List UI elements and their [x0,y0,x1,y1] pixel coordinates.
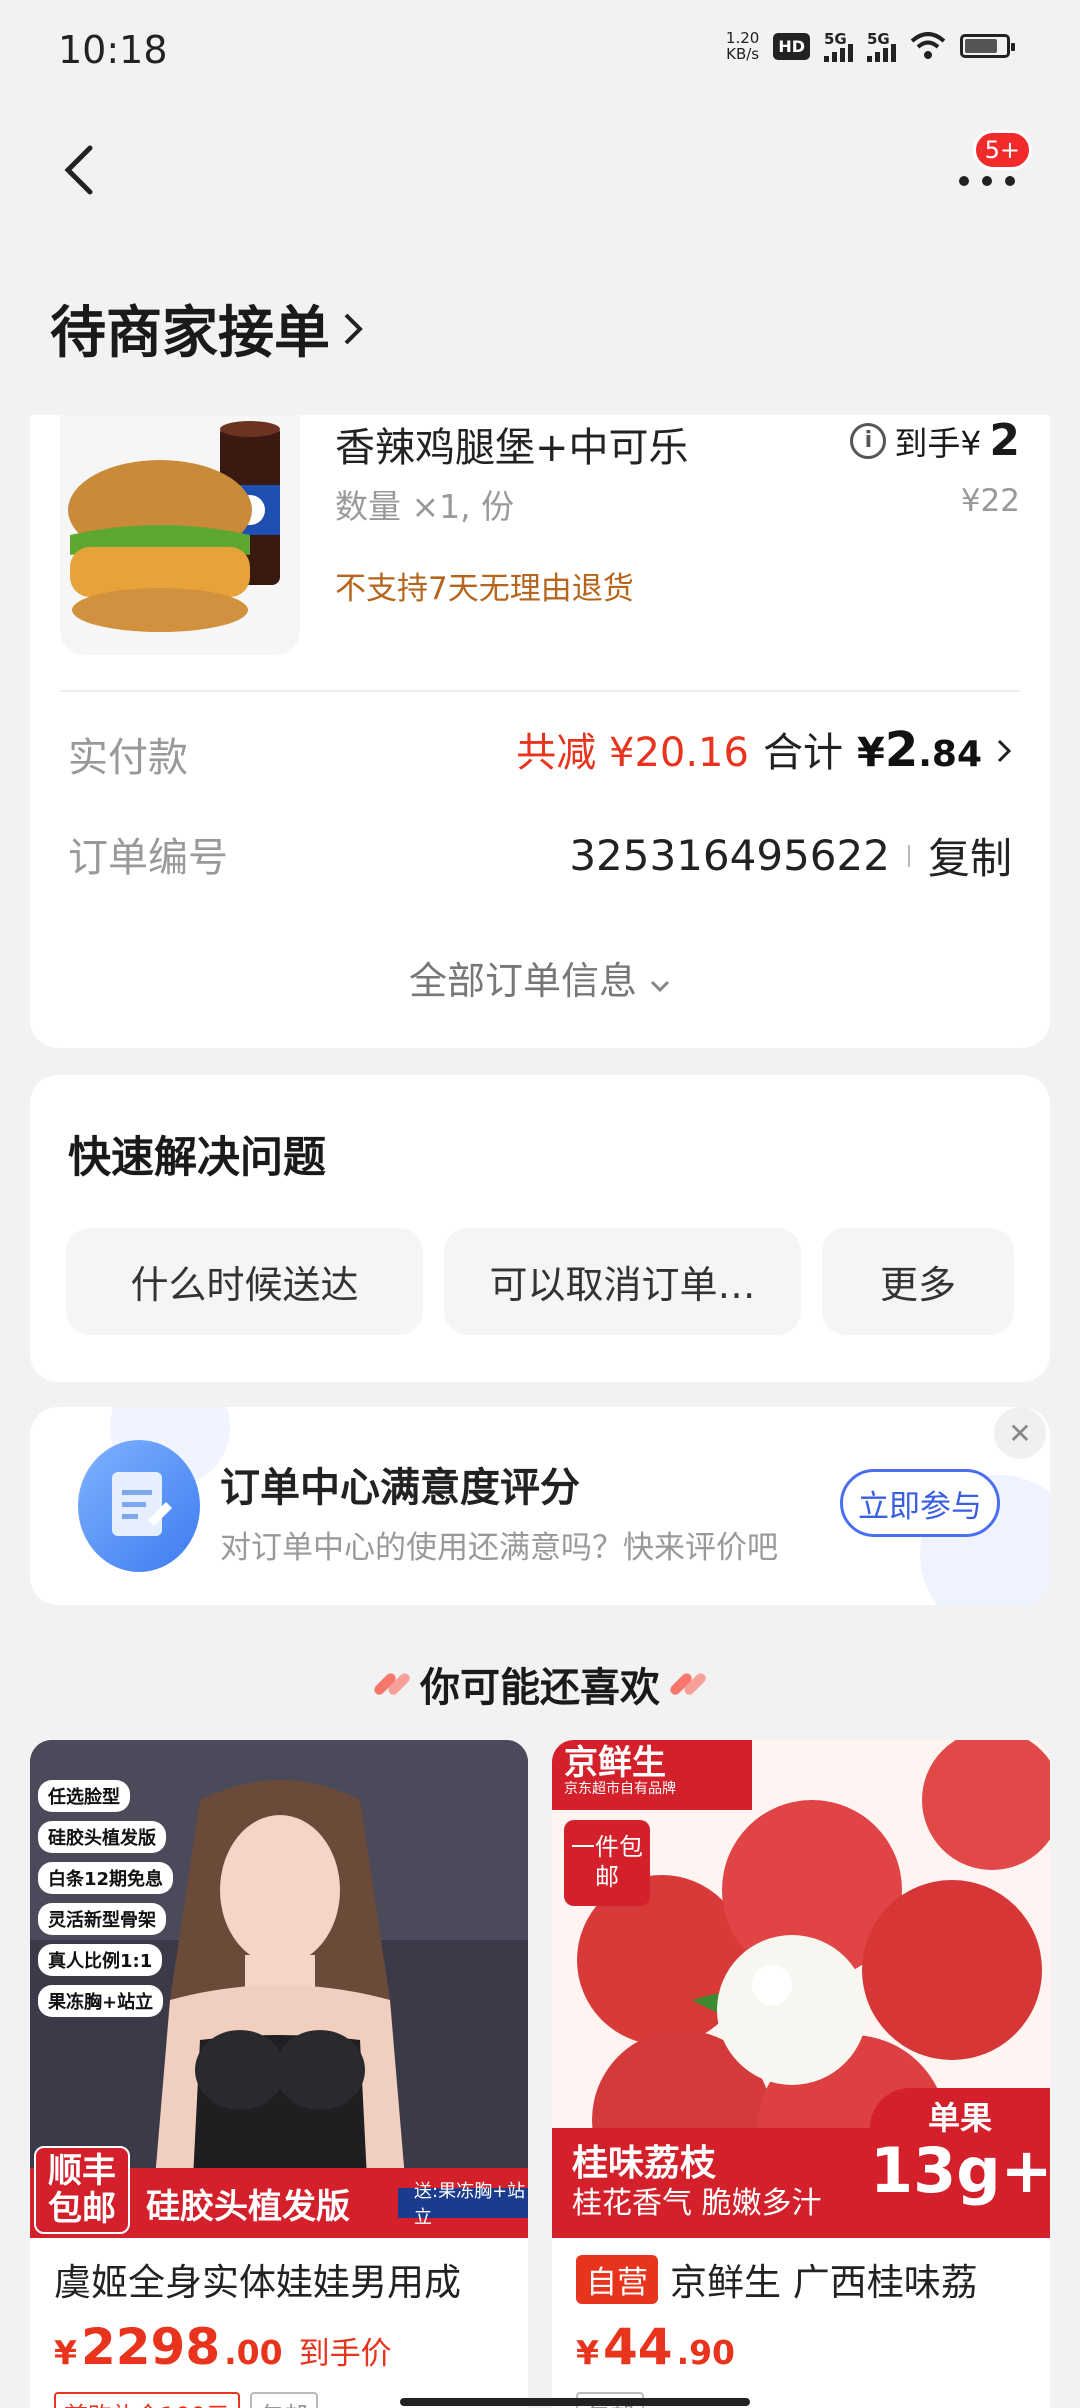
back-arrow-icon [64,145,93,195]
total-label: 合计 [762,730,843,776]
back-button[interactable] [60,140,110,200]
wifi-icon [910,32,946,59]
product-image: 京鲜生 京东超市自有品牌 一件包邮 桂味荔枝 桂花香气 脆嫩多汁 单果 13g+ [552,1740,1050,2238]
survey-title: 订单中心满意度评分 [220,1465,580,1511]
survey-card: 订单中心满意度评分 对订单中心的使用还满意吗？快来评价吧 立即参与 ✕ [30,1407,1050,1605]
order-number: 325316495622 [569,831,890,880]
order-number-row: 325316495622 复制 [569,825,1012,886]
size-badge: 单果 13g+ [870,2088,1050,2238]
decoration-icon [372,1671,412,1697]
chevron-right-icon [997,739,1012,763]
free-shipping-badge: 一件包邮 [564,1820,650,1906]
divider [60,690,1020,692]
quick-resolve-card: 快速解决问题 什么时候送达 可以取消订单… 更多 [30,1075,1050,1382]
status-time: 10:18 [58,28,168,72]
home-indicator [400,2398,750,2406]
copy-button[interactable]: 复制 [928,825,1012,886]
network-speed: 1.20 KB/s [725,29,760,63]
product-banner: 桂味荔枝 桂花香气 脆嫩多汁 [552,2128,892,2238]
join-survey-button[interactable]: 立即参与 [840,1469,1000,1537]
close-survey-button[interactable]: ✕ [994,1407,1046,1459]
recommend-item[interactable]: 任选脸型 硅胶头植发版 白条12期免息 灵活新型骨架 真人比例1:1 果冻胸+站… [30,1740,528,2408]
product-price: ¥44.90 [576,2318,736,2376]
self-operated-tag: 自营 [576,2254,658,2304]
order-detail-card: 香辣鸡腿堡+中可乐 数量 ×1, 份 不支持7天无理由退货 i 到手¥ 2 ¥22… [30,415,1050,1048]
more-questions-button[interactable]: 更多 [822,1228,1014,1335]
product-name: 虞姬全身实体娃娃男用成 [54,2261,461,2304]
product-quantity: 数量 ×1, 份 [335,487,515,526]
shipping-badge: 顺丰包邮 [34,2146,130,2234]
hd-voice-icon: HD [773,32,810,60]
close-icon: ✕ [1008,1416,1032,1450]
order-status-title[interactable]: 待商家接单 [50,288,364,369]
nav-bar: 5+ [0,120,1080,220]
divider [907,844,910,867]
return-policy-note: 不支持7天无理由退货 [335,571,634,607]
signal-icon: 5G [867,30,896,62]
original-price: ¥22 [960,483,1020,519]
paid-label: 实付款 [68,735,188,781]
cancel-order-button[interactable]: 可以取消订单… [444,1228,801,1335]
product-thumbnail[interactable] [60,415,300,655]
product-name[interactable]: 香辣鸡腿堡+中可乐 [335,415,689,473]
product-image: 任选脸型 硅胶头植发版 白条12期免息 灵活新型骨架 真人比例1:1 果冻胸+站… [30,1740,528,2238]
product-tags: 首购礼金100元 包邮 [54,2392,318,2408]
product-price: ¥2298.00 到手价 [54,2318,392,2376]
discount-amount: 共减 ¥20.16 [516,730,749,776]
quick-resolve-title: 快速解决问题 [68,1133,326,1183]
recommend-section-title: 你可能还喜欢 [0,1655,1080,1713]
total-amount: ¥2.84 [856,722,982,778]
status-bar: 10:18 1.20 KB/s HD 5G 5G [0,0,1080,100]
promo-sub-banner: 送:果冻胸+站立 [398,2181,528,2228]
battery-icon [960,34,1015,58]
status-icons: 1.20 KB/s HD 5G 5G [725,29,1015,63]
when-delivered-button[interactable]: 什么时候送达 [66,1228,423,1335]
signal-icon: 5G [824,30,853,62]
info-icon[interactable]: i [850,422,887,459]
all-order-info-toggle[interactable]: 全部订单信息 [30,950,1050,1005]
survey-subtitle: 对订单中心的使用还满意吗？快来评价吧 [220,1530,778,1566]
order-number-label: 订单编号 [68,835,228,881]
notification-badge: 5+ [972,130,1032,170]
document-icon [78,1440,200,1572]
final-price-row: i 到手¥ 2 [850,415,1020,466]
decoration-icon [668,1671,708,1697]
product-name: 自营 京鲜生 广西桂味荔 [576,2252,978,2306]
feature-tags: 任选脸型 硅胶头植发版 白条12期免息 灵活新型骨架 真人比例1:1 果冻胸+站… [38,1780,174,2017]
payment-summary[interactable]: 共减 ¥20.16 合计 ¥2.84 [516,720,1012,778]
recommend-item[interactable]: 京鲜生 京东超市自有品牌 一件包邮 桂味荔枝 桂花香气 脆嫩多汁 单果 13g+… [552,1740,1050,2408]
brand-logo: 京鲜生 京东超市自有品牌 [552,1740,752,1810]
chevron-down-icon [650,980,670,993]
chevron-right-icon [344,313,363,344]
